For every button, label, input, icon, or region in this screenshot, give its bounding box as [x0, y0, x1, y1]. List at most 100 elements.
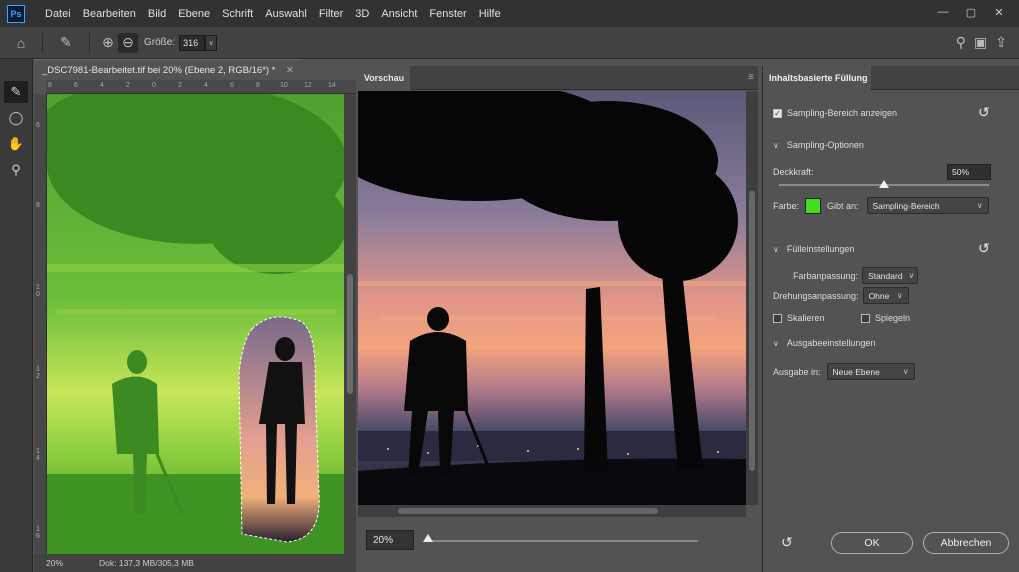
tab-close-icon[interactable]: ✕	[286, 65, 294, 76]
menu-datei[interactable]: Datei	[39, 8, 77, 20]
ruler-tick: 2	[126, 82, 130, 89]
scrollbar-thumb[interactable]	[749, 191, 755, 471]
options-bar: ⌂ ✎ ⊕ ⊖ Größe: 316 ∨ ⚲ ▣ ⇪	[0, 27, 1019, 59]
ruler-tick: 1 2	[36, 366, 40, 380]
menu-auswahl[interactable]: Auswahl	[259, 8, 313, 20]
document-title: _DSC7981-Bearbeitet.tif bei 20% (Ebene 2…	[42, 64, 276, 76]
color-label: Farbe:	[773, 200, 800, 211]
subtract-mode-icon[interactable]: ⊖	[118, 32, 138, 53]
ruler-tick: 6	[230, 82, 234, 89]
options-right: ⚲ ▣ ⇪	[956, 34, 1007, 51]
lasso-tool-icon[interactable]: ◯	[4, 107, 28, 129]
show-sampling-row[interactable]: ✓ Sampling-Bereich anzeigen	[773, 108, 897, 118]
menu-3d[interactable]: 3D	[349, 8, 375, 20]
chevron-down-icon: ∨	[908, 271, 915, 280]
photoshop-logo: Ps	[7, 4, 25, 23]
rotation-adapt-value: Ohne	[868, 290, 890, 301]
output-dropdown[interactable]: Neue Ebene ∨	[826, 363, 915, 380]
ruler-left: 6 8 1 0 1 2 1 4 1 6	[34, 94, 47, 554]
scrollbar-thumb[interactable]	[398, 508, 658, 514]
ruler-tick: 8	[256, 82, 260, 89]
scale-row[interactable]: Skalieren	[773, 313, 825, 323]
opacity-slider-handle[interactable]	[879, 180, 889, 188]
doc-info: Dok: 137,3 MB/305,3 MB	[99, 558, 194, 568]
reset-icon[interactable]: ↺	[978, 104, 990, 121]
rotation-adapt-dropdown[interactable]: Ohne ∨	[862, 287, 909, 304]
reset-all-icon[interactable]: ↺	[781, 534, 793, 551]
document-canvas[interactable]	[47, 94, 344, 554]
color-swatch[interactable]	[805, 197, 822, 214]
indicates-dropdown[interactable]: Sampling-Bereich ∨	[866, 197, 989, 214]
ruler-tick: 14	[328, 82, 336, 89]
menu-bild[interactable]: Bild	[142, 8, 172, 20]
ruler-tick: 8	[48, 82, 52, 89]
show-sampling-checkbox[interactable]: ✓	[773, 108, 782, 118]
output-settings-label: Ausgabeeinstellungen	[786, 338, 876, 348]
indicates-value: Sampling-Bereich	[872, 200, 940, 211]
canvas-vertical-scrollbar[interactable]	[344, 94, 356, 554]
chevron-down-icon: ∨	[773, 244, 779, 254]
tab-preview[interactable]: Vorschau	[358, 66, 410, 90]
indicates-label: Gibt an:	[827, 200, 859, 211]
scale-checkbox[interactable]	[773, 313, 782, 323]
chevron-down-icon: ∨	[902, 367, 909, 376]
ruler-tick: 1 6	[36, 526, 40, 540]
sampling-options-header[interactable]: ∨ Sampling-Optionen	[773, 140, 864, 150]
size-input[interactable]: 316	[179, 34, 206, 51]
fill-settings-header[interactable]: ∨ Fülleinstellungen	[773, 244, 854, 254]
menu-items: Datei Bearbeiten Bild Ebene Schrift Ausw…	[39, 8, 507, 20]
color-adapt-dropdown[interactable]: Standard ∨	[862, 267, 919, 284]
scrollbar-thumb[interactable]	[347, 274, 353, 394]
cancel-button[interactable]: Abbrechen	[923, 532, 1009, 554]
ruler-tick: 2	[178, 82, 182, 89]
fill-settings-label: Fülleinstellungen	[786, 244, 855, 254]
canvas-zoom-readout: 20%	[46, 558, 64, 568]
menu-filter[interactable]: Filter	[313, 8, 349, 20]
rotation-adapt-label: Drehungsanpassung:	[773, 290, 859, 301]
menu-schrift[interactable]: Schrift	[216, 8, 259, 20]
divider	[42, 32, 43, 53]
close-icon[interactable]: ✕	[987, 3, 1011, 21]
ruler-tick: 6	[74, 82, 78, 89]
menu-fenster[interactable]: Fenster	[423, 8, 472, 20]
preview-zoom-row: 20%	[358, 520, 758, 572]
maximize-icon[interactable]: ▢	[959, 3, 983, 21]
mirror-label: Spiegeln	[875, 313, 911, 323]
brush-tool-icon[interactable]: ✎	[4, 81, 28, 103]
canvas-image	[47, 94, 344, 554]
color-row: Farbe: Gibt an: Sampling-Bereich ∨	[773, 197, 989, 214]
tab-content-aware-fill[interactable]: Inhaltsbasierte Füllung	[763, 66, 871, 90]
document-tab[interactable]: _DSC7981-Bearbeitet.tif bei 20% (Ebene 2…	[34, 59, 302, 80]
ruler-tick: 1 4	[36, 448, 40, 462]
preview-horizontal-scrollbar[interactable]	[358, 505, 746, 517]
panel-menu-icon[interactable]: ≡	[748, 72, 754, 83]
hand-tool-icon[interactable]: ✋	[4, 133, 28, 155]
ruler-tick: 10	[280, 82, 288, 89]
output-settings-header[interactable]: ∨ Ausgabeeinstellungen	[773, 338, 875, 348]
ok-button[interactable]: OK	[831, 532, 913, 554]
reset-icon[interactable]: ↺	[978, 240, 990, 257]
preview-vertical-scrollbar[interactable]	[746, 91, 758, 505]
search-icon[interactable]: ⚲	[956, 34, 966, 51]
mirror-checkbox[interactable]	[861, 313, 870, 323]
minimize-icon[interactable]: —	[931, 3, 955, 21]
preview-zoom-input[interactable]: 20%	[366, 530, 414, 550]
ruler-tick: 4	[204, 82, 208, 89]
size-dropdown-arrow[interactable]: ∨	[205, 34, 218, 51]
opacity-input[interactable]: 50%	[947, 164, 991, 180]
zoom-slider-track[interactable]	[428, 540, 698, 542]
menu-ansicht[interactable]: Ansicht	[375, 8, 423, 20]
mirror-row[interactable]: Spiegeln	[861, 313, 910, 323]
preview-canvas[interactable]	[358, 91, 746, 505]
menu-ebene[interactable]: Ebene	[172, 8, 216, 20]
share-icon[interactable]: ⇪	[995, 34, 1007, 51]
menu-hilfe[interactable]: Hilfe	[473, 8, 507, 20]
brush-preset-icon[interactable]: ✎	[51, 34, 81, 51]
home-icon[interactable]: ⌂	[8, 35, 34, 51]
add-mode-icon[interactable]: ⊕	[98, 34, 118, 51]
menu-bearbeiten[interactable]: Bearbeiten	[77, 8, 142, 20]
workspace-icon[interactable]: ▣	[974, 34, 987, 51]
chevron-down-icon: ∨	[976, 201, 983, 210]
zoom-slider-handle[interactable]	[423, 534, 433, 542]
zoom-tool-icon[interactable]: ⚲	[4, 159, 28, 181]
